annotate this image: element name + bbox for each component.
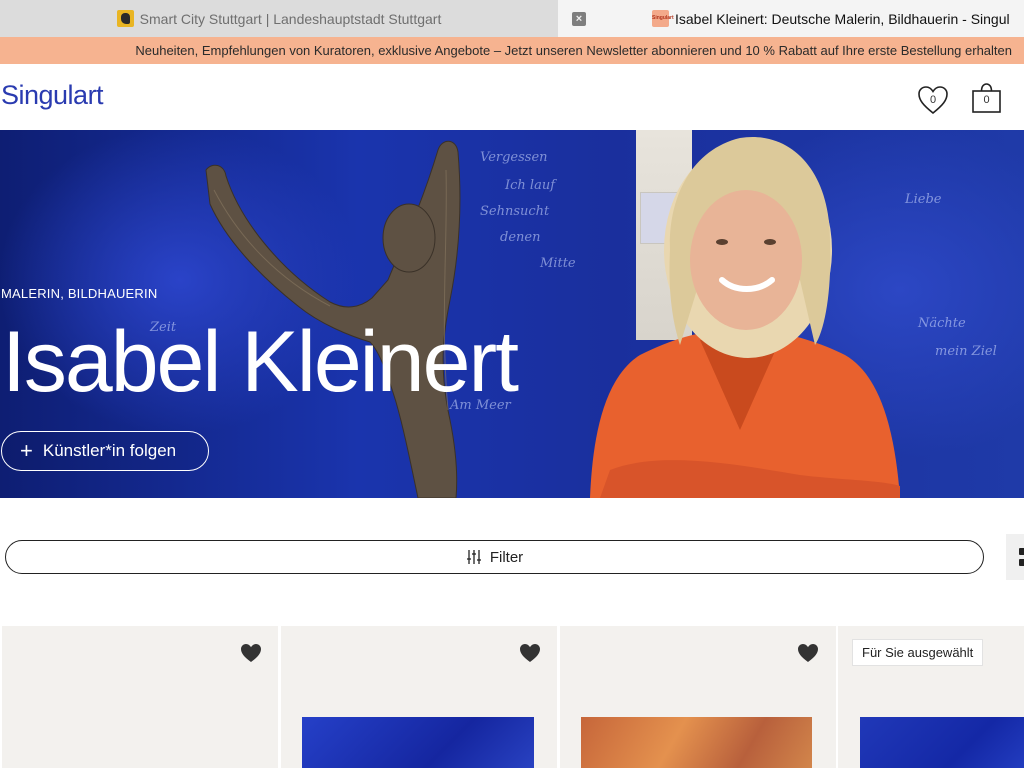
artwork-card[interactable] (281, 626, 557, 768)
artist-name: Isabel Kleinert (2, 314, 519, 410)
filter-label: Filter (489, 548, 524, 566)
wishlist-button[interactable]: 0 (917, 85, 949, 115)
artwork-card[interactable] (2, 626, 278, 768)
artwork-card[interactable] (560, 626, 836, 768)
tab-title: Isabel Kleinert: Deutsche Malerin, Bildh… (675, 10, 1010, 27)
artwork-card[interactable]: Für Sie ausgewählt (838, 626, 1024, 768)
grid-icon (1019, 559, 1024, 566)
sliders-icon (466, 550, 481, 564)
artist-hero: Vergessen Ich lauf Sehnsucht denen Mitte… (0, 130, 1024, 498)
curated-badge: Für Sie ausgewählt (852, 639, 984, 666)
plus-icon: + (20, 438, 33, 463)
follow-artist-label: Künstler*in folgen (42, 441, 177, 460)
artwork-thumbnail-orange[interactable] (581, 717, 812, 768)
browser-tab-bar: Smart City Stuttgart | Landeshauptstadt … (0, 0, 1024, 37)
browser-tab-smart-city[interactable]: Smart City Stuttgart | Landeshauptstadt … (0, 0, 558, 37)
grid-icon (1019, 548, 1024, 555)
site-header: Singulart 0 0 (0, 64, 1024, 130)
favorite-heart-icon[interactable] (240, 643, 262, 663)
cart-button[interactable]: 0 (972, 82, 1001, 113)
wishlist-count: 0 (929, 94, 937, 106)
singulart-icon: Singulart (652, 10, 674, 27)
follow-artist-button[interactable]: + Künstler*in folgen (1, 431, 209, 471)
filter-button[interactable]: Filter (5, 540, 984, 574)
artwork-thumbnail-blue[interactable] (860, 717, 1024, 768)
grid-view-toggle[interactable] (1006, 534, 1024, 580)
favorite-heart-icon[interactable] (519, 643, 541, 663)
artist-disciplines: MALERIN, BILDHAUERIN (1, 286, 158, 301)
close-icon[interactable]: × (572, 11, 586, 26)
cart-count: 0 (983, 94, 990, 106)
favorite-heart-icon[interactable] (797, 643, 819, 663)
artwork-thumbnail-blue[interactable] (302, 717, 534, 768)
singulart-logo[interactable]: Singulart (1, 80, 104, 111)
stuttgart-horse-icon (116, 10, 134, 27)
browser-tab-isabel-kleinert[interactable]: × Singulart Isabel Kleinert: Deutsche Ma… (558, 0, 1024, 37)
tab-title: Smart City Stuttgart | Landeshauptstadt … (139, 10, 442, 27)
newsletter-promo-banner[interactable]: Neuheiten, Empfehlungen von Kuratoren, e… (0, 37, 1024, 64)
